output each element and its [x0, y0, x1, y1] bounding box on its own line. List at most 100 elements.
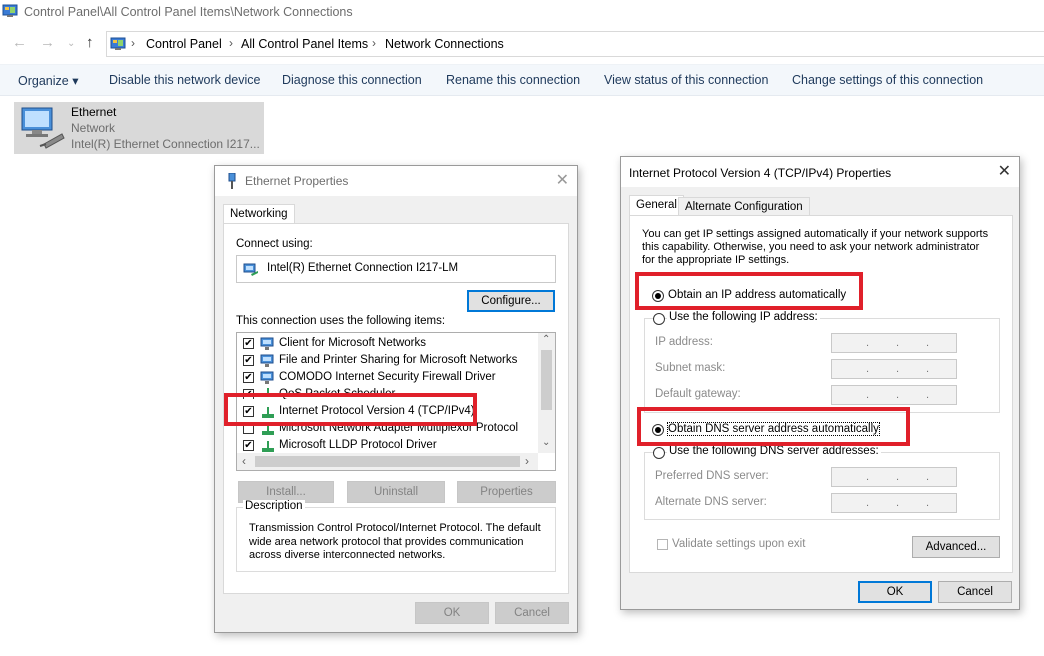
breadcrumb-network-connections[interactable]: Network Connections — [385, 37, 504, 51]
highlight-box — [637, 407, 910, 446]
configure-button[interactable]: Configure... — [467, 290, 555, 312]
scroll-down-icon[interactable]: ⌄ — [542, 437, 550, 448]
description-text: Transmission Control Protocol/Internet P… — [249, 522, 541, 561]
checkbox[interactable]: ✔ — [243, 372, 254, 383]
list-item[interactable]: ✔ Client for Microsoft Networks — [243, 336, 533, 353]
close-icon[interactable]: ✕ — [998, 161, 1011, 181]
highlight-box — [224, 393, 477, 426]
tab-alternate-configuration[interactable]: Alternate Configuration — [678, 197, 810, 215]
alternate-dns-field[interactable]: ... — [831, 493, 957, 513]
ethernet-plug-icon — [228, 173, 236, 189]
connect-using-label: Connect using: — [236, 238, 313, 250]
network-adapter-icon — [21, 107, 65, 149]
view-status-button[interactable]: View status of this connection — [604, 73, 768, 87]
description-group: Description Transmission Control Protoco… — [236, 500, 556, 572]
radio-use-following-dns[interactable] — [653, 447, 665, 459]
organize-menu[interactable]: Organize ▾ — [18, 73, 78, 88]
alternate-dns-label: Alternate DNS server: — [655, 496, 767, 508]
validate-label: Validate settings upon exit — [672, 538, 806, 550]
dialog-title-bar: Ethernet Properties ✕ — [215, 166, 577, 196]
scroll-thumb[interactable] — [541, 350, 552, 410]
checkbox[interactable]: ✔ — [243, 338, 254, 349]
static-dns-group: Use the following DNS server addresses: … — [644, 445, 1000, 520]
address-bar[interactable]: › Control Panel › All Control Panel Item… — [106, 31, 1044, 57]
adapter-name: Intel(R) Ethernet Connection I217-LM — [267, 262, 459, 274]
command-bar: Organize ▾ Disable this network device D… — [0, 64, 1044, 96]
control-panel-icon — [2, 4, 18, 17]
control-panel-icon — [110, 37, 126, 50]
properties-button[interactable]: Properties — [457, 481, 556, 503]
change-settings-button[interactable]: Change settings of this connection — [792, 73, 983, 87]
ok-button[interactable]: OK — [858, 581, 932, 603]
chevron-right-icon: › — [229, 36, 233, 50]
uninstall-button[interactable]: Uninstall — [347, 481, 445, 503]
rename-connection-button[interactable]: Rename this connection — [446, 73, 580, 87]
cancel-button[interactable]: Cancel — [495, 602, 569, 624]
file-sharing-icon — [260, 354, 274, 367]
close-icon[interactable]: ✕ — [556, 170, 569, 190]
forward-arrow-icon[interactable]: → — [40, 34, 55, 51]
up-arrow-icon[interactable]: ↑ — [86, 34, 94, 51]
use-following-dns-label[interactable]: Use the following DNS server addresses: — [667, 445, 881, 457]
window-title: Control Panel\All Control Panel Items\Ne… — [24, 5, 353, 19]
chevron-right-icon: › — [372, 36, 376, 50]
use-following-ip-label[interactable]: Use the following IP address: — [667, 311, 820, 323]
breadcrumb-all-items[interactable]: All Control Panel Items — [241, 37, 368, 51]
subnet-mask-field[interactable]: ... — [831, 359, 957, 379]
list-item-label: Microsoft LLDP Protocol Driver — [279, 439, 437, 451]
items-label: This connection uses the following items… — [236, 315, 446, 327]
cancel-button[interactable]: Cancel — [938, 581, 1012, 603]
highlight-box — [635, 272, 863, 310]
default-gateway-field[interactable]: ... — [831, 385, 957, 405]
scroll-up-icon[interactable]: ⌃ — [542, 334, 550, 345]
advanced-button[interactable]: Advanced... — [912, 536, 1000, 558]
list-item-label: File and Printer Sharing for Microsoft N… — [279, 354, 518, 366]
connection-adapter: Intel(R) Ethernet Connection I217... — [71, 137, 260, 151]
list-item-label: Client for Microsoft Networks — [279, 337, 426, 349]
static-ip-group: Use the following IP address: IP address… — [644, 311, 1000, 413]
window-title-bar: Control Panel\All Control Panel Items\Ne… — [0, 0, 1044, 26]
connection-name: Ethernet — [71, 105, 117, 119]
ip-address-label: IP address: — [655, 336, 713, 348]
scroll-thumb[interactable] — [255, 456, 520, 467]
ip-address-field[interactable]: ... — [831, 333, 957, 353]
recent-locations-chevron-icon[interactable]: ⌄ — [67, 38, 75, 49]
checkbox[interactable]: ✔ — [243, 355, 254, 366]
ethernet-connection-item[interactable]: Ethernet Network Intel(R) Ethernet Conne… — [14, 102, 264, 154]
ipv4-properties-dialog: Internet Protocol Version 4 (TCP/IPv4) P… — [620, 156, 1020, 610]
checkbox[interactable]: ✔ — [243, 440, 254, 451]
horizontal-scrollbar[interactable]: ‹ › — [237, 453, 538, 470]
general-tab-panel: You can get IP settings assigned automat… — [629, 215, 1013, 573]
radio-use-following-ip[interactable] — [653, 313, 665, 325]
disable-device-button[interactable]: Disable this network device — [109, 73, 260, 87]
default-gateway-label: Default gateway: — [655, 388, 741, 400]
dialog-title: Ethernet Properties — [245, 174, 349, 188]
validate-checkbox[interactable] — [657, 539, 668, 550]
diagnose-connection-button[interactable]: Diagnose this connection — [282, 73, 422, 87]
list-item[interactable]: ✔ File and Printer Sharing for Microsoft… — [243, 353, 533, 370]
list-item[interactable]: ✔ COMODO Internet Security Firewall Driv… — [243, 370, 533, 387]
connection-network: Network — [71, 121, 116, 135]
back-arrow-icon[interactable]: ← — [12, 34, 27, 51]
network-adapter-icon — [243, 263, 258, 276]
client-network-icon — [260, 337, 274, 350]
tab-networking[interactable]: Networking — [223, 204, 295, 224]
list-item-label: COMODO Internet Security Firewall Driver — [279, 371, 496, 383]
scroll-right-icon[interactable]: › — [525, 454, 529, 468]
breadcrumb-control-panel[interactable]: Control Panel — [146, 37, 222, 51]
navigation-bar: ← → ⌄ ↑ › Control Panel › All Control Pa… — [0, 28, 1044, 60]
chevron-right-icon: › — [131, 36, 135, 50]
intro-text: You can get IP settings assigned automat… — [642, 228, 989, 266]
scroll-left-icon[interactable]: ‹ — [242, 454, 246, 468]
description-title: Description — [243, 500, 305, 512]
ok-button[interactable]: OK — [415, 602, 489, 624]
dialog-title: Internet Protocol Version 4 (TCP/IPv4) P… — [629, 166, 892, 180]
tab-general[interactable]: General — [629, 195, 684, 216]
preferred-dns-field[interactable]: ... — [831, 467, 957, 487]
firewall-driver-icon — [260, 371, 274, 384]
dialog-title-bar: Internet Protocol Version 4 (TCP/IPv4) P… — [621, 157, 1019, 187]
subnet-mask-label: Subnet mask: — [655, 362, 726, 374]
vertical-scrollbar[interactable]: ⌃ ⌄ — [538, 333, 555, 453]
preferred-dns-label: Preferred DNS server: — [655, 470, 769, 482]
adapter-box: Intel(R) Ethernet Connection I217-LM — [236, 255, 556, 283]
